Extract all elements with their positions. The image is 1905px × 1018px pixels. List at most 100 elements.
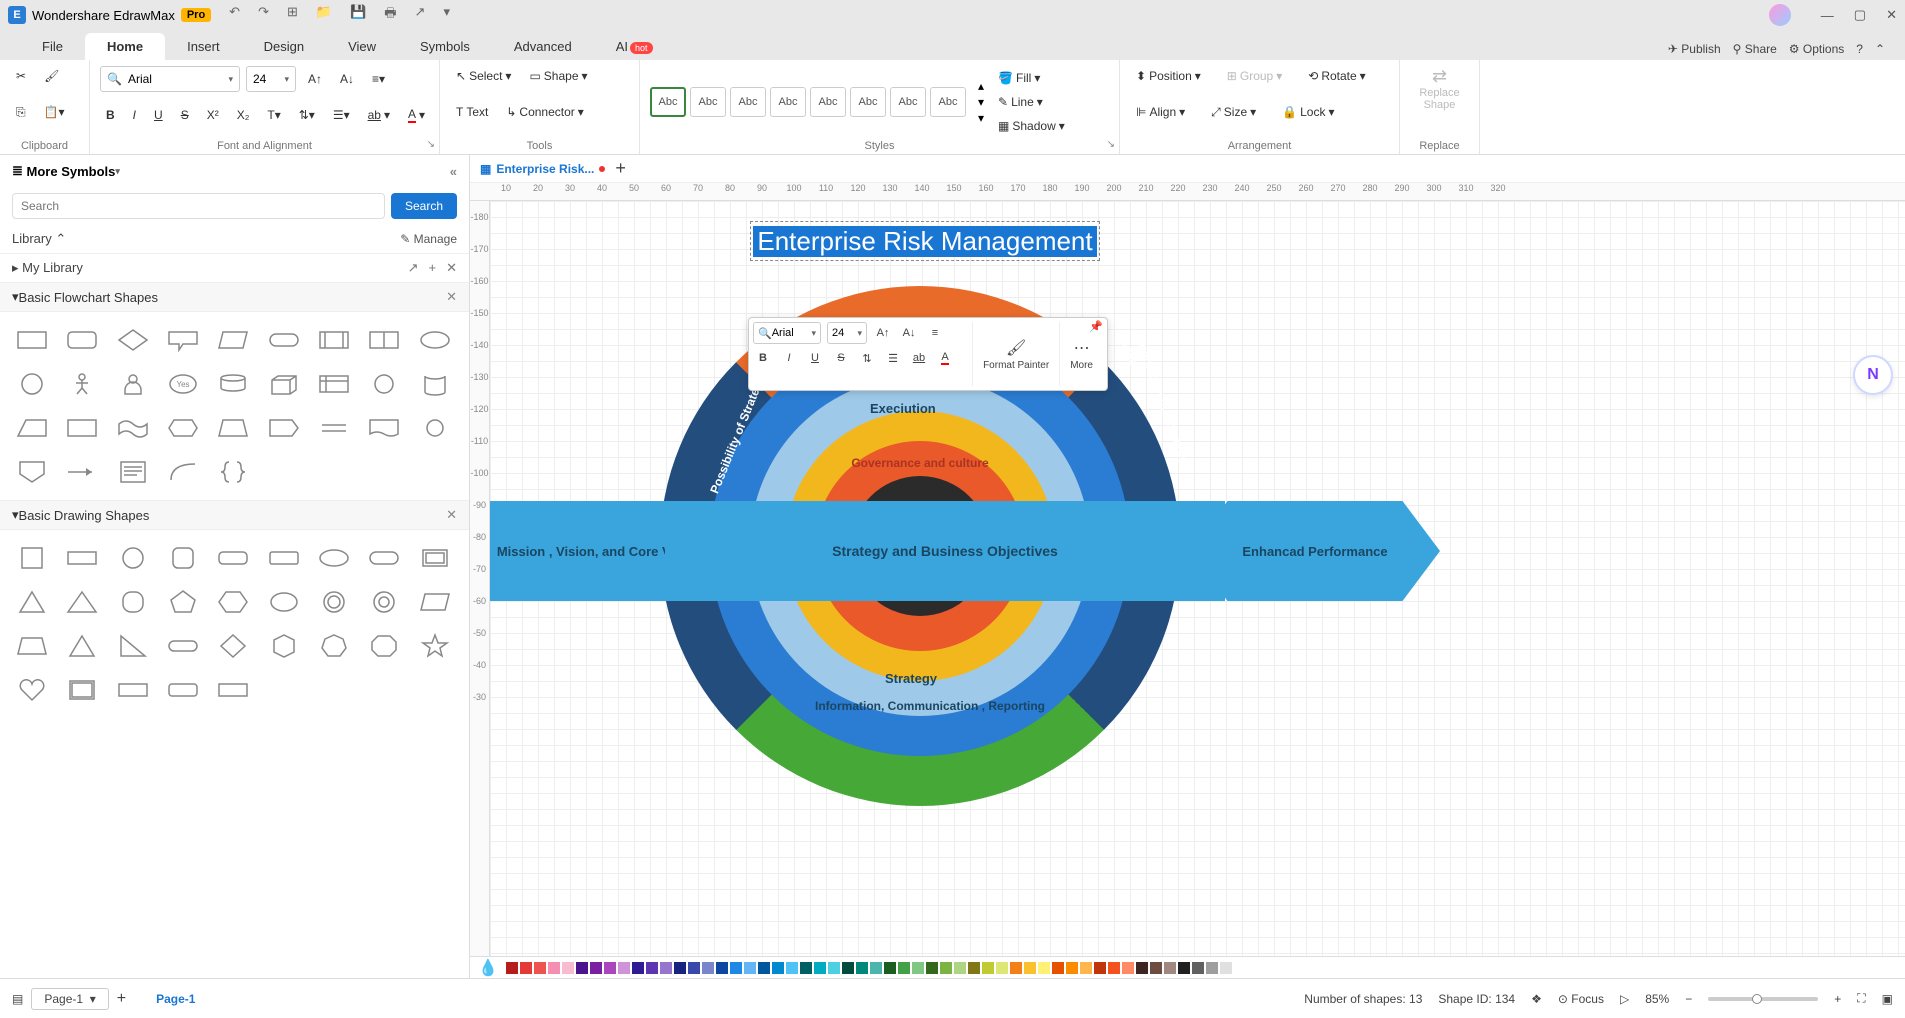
float-format-painter[interactable]: 🖌Format Painter [972, 322, 1059, 386]
subscript-button[interactable]: X₂ [231, 105, 256, 125]
color-swatch[interactable] [1192, 962, 1204, 974]
color-swatch[interactable] [1080, 962, 1092, 974]
float-bold-icon[interactable]: B [753, 348, 773, 368]
shape-note[interactable] [113, 454, 153, 490]
color-swatch[interactable] [758, 962, 770, 974]
color-swatch[interactable] [898, 962, 910, 974]
dshape-ell2[interactable] [264, 584, 304, 620]
cut-button[interactable]: ✂ [10, 66, 32, 86]
shrink-font-button[interactable]: A↓ [334, 69, 360, 89]
color-swatch[interactable] [646, 962, 658, 974]
color-swatch[interactable] [716, 962, 728, 974]
shape-arrow[interactable] [62, 454, 102, 490]
dshape-rect5[interactable] [213, 672, 253, 708]
shape-doc[interactable] [364, 410, 404, 446]
color-swatch[interactable] [534, 962, 546, 974]
shape-wave[interactable] [113, 410, 153, 446]
color-swatch[interactable] [828, 962, 840, 974]
spacing-button[interactable]: ⇅▾ [293, 105, 321, 125]
present-icon[interactable]: ▷ [1620, 992, 1629, 1006]
shape-callout[interactable] [163, 322, 203, 358]
focus-button[interactable]: ⊙ Focus [1558, 992, 1604, 1006]
dshape-dring[interactable] [364, 584, 404, 620]
style-swatch-5[interactable]: Abc [810, 87, 846, 117]
user-avatar[interactable] [1769, 4, 1791, 26]
styles-down-icon[interactable]: ▾ [978, 95, 984, 109]
zoom-value[interactable]: 85% [1645, 992, 1669, 1006]
options-button[interactable]: ⚙ Options [1789, 42, 1844, 56]
more-symbols-header[interactable]: ≣ More Symbols▾ « [0, 155, 469, 187]
style-swatch-1[interactable]: Abc [650, 87, 686, 117]
eyedropper-icon[interactable]: 💧 [478, 958, 498, 978]
group-button[interactable]: ⊞ Group▾ [1221, 66, 1288, 86]
page-tab[interactable]: Page-1 [156, 992, 195, 1006]
size-button[interactable]: ⤢ Size▾ [1205, 102, 1262, 123]
dshape-circ[interactable] [113, 540, 153, 576]
color-swatch[interactable] [562, 962, 574, 974]
color-swatch[interactable] [884, 962, 896, 974]
dshape-sq[interactable] [12, 540, 52, 576]
fill-button[interactable]: 🪣 Fill ▾ [992, 68, 1071, 88]
color-swatch[interactable] [1038, 962, 1050, 974]
color-swatch[interactable] [1178, 962, 1190, 974]
color-swatch[interactable] [632, 962, 644, 974]
color-swatch[interactable] [1150, 962, 1162, 974]
color-swatch[interactable] [926, 962, 938, 974]
shape-can[interactable] [415, 366, 455, 402]
font-dialog-icon[interactable]: ↘ [427, 139, 435, 150]
color-swatch[interactable] [996, 962, 1008, 974]
color-swatch[interactable] [520, 962, 532, 974]
dshape-rrect[interactable] [213, 540, 253, 576]
category-drawing[interactable]: ▾ Basic Drawing Shapes✕ [0, 500, 469, 530]
styles-dialog-icon[interactable]: ↘ [1107, 139, 1115, 150]
publish-button[interactable]: ✈ Publish [1668, 42, 1721, 56]
shape-actor[interactable] [62, 366, 102, 402]
center-bar[interactable]: Strategy and Business Objectives [665, 501, 1225, 601]
color-swatch[interactable] [618, 962, 630, 974]
search-button[interactable]: Search [391, 193, 457, 219]
styles-more-icon[interactable]: ▾ [978, 111, 984, 125]
underline-button[interactable]: U [148, 105, 169, 125]
color-swatch[interactable] [1220, 962, 1232, 974]
shape-card[interactable] [62, 410, 102, 446]
color-swatch[interactable] [1052, 962, 1064, 974]
shape-trap2[interactable] [213, 410, 253, 446]
case-button[interactable]: T▾ [261, 105, 286, 125]
shape-diamond[interactable] [113, 322, 153, 358]
color-swatch[interactable] [506, 962, 518, 974]
add-page-button[interactable]: + [117, 990, 126, 1008]
dshape-rsq[interactable] [163, 540, 203, 576]
dshape-frame[interactable] [415, 540, 455, 576]
dshape-rtri[interactable] [113, 628, 153, 664]
color-swatch[interactable] [1234, 962, 1246, 974]
color-swatch[interactable] [1206, 962, 1218, 974]
color-swatch[interactable] [1066, 962, 1078, 974]
dshape-hept[interactable] [314, 628, 354, 664]
color-swatch[interactable] [590, 962, 602, 974]
float-underline-icon[interactable]: U [805, 348, 825, 368]
float-bullets-icon[interactable]: ☰ [883, 348, 903, 368]
dshape-tri[interactable] [12, 584, 52, 620]
float-strike-icon[interactable]: S [831, 348, 851, 368]
strike-button[interactable]: S [175, 105, 195, 125]
shape-pent[interactable] [264, 410, 304, 446]
superscript-button[interactable]: X² [201, 105, 225, 125]
shape-trap[interactable] [12, 410, 52, 446]
color-swatch[interactable] [576, 962, 588, 974]
undo-icon[interactable]: ↶ [229, 4, 240, 26]
styles-up-icon[interactable]: ▴ [978, 79, 984, 93]
mylib-close-icon[interactable]: ✕ [446, 260, 457, 276]
dshape-ring[interactable] [314, 584, 354, 620]
shape-yes[interactable]: Yes [163, 366, 203, 402]
library-toggle[interactable]: Library ⌃ [12, 231, 66, 247]
color-swatch[interactable] [1094, 962, 1106, 974]
color-swatch[interactable] [786, 962, 798, 974]
color-swatch[interactable] [800, 962, 812, 974]
shape-circle[interactable] [12, 366, 52, 402]
help-icon[interactable]: ? [1856, 42, 1863, 56]
color-swatch[interactable] [1164, 962, 1176, 974]
shape-internal[interactable] [314, 366, 354, 402]
dshape-trap[interactable] [12, 628, 52, 664]
shape-subprocess[interactable] [314, 322, 354, 358]
pages-icon[interactable]: ▤ [12, 992, 23, 1006]
